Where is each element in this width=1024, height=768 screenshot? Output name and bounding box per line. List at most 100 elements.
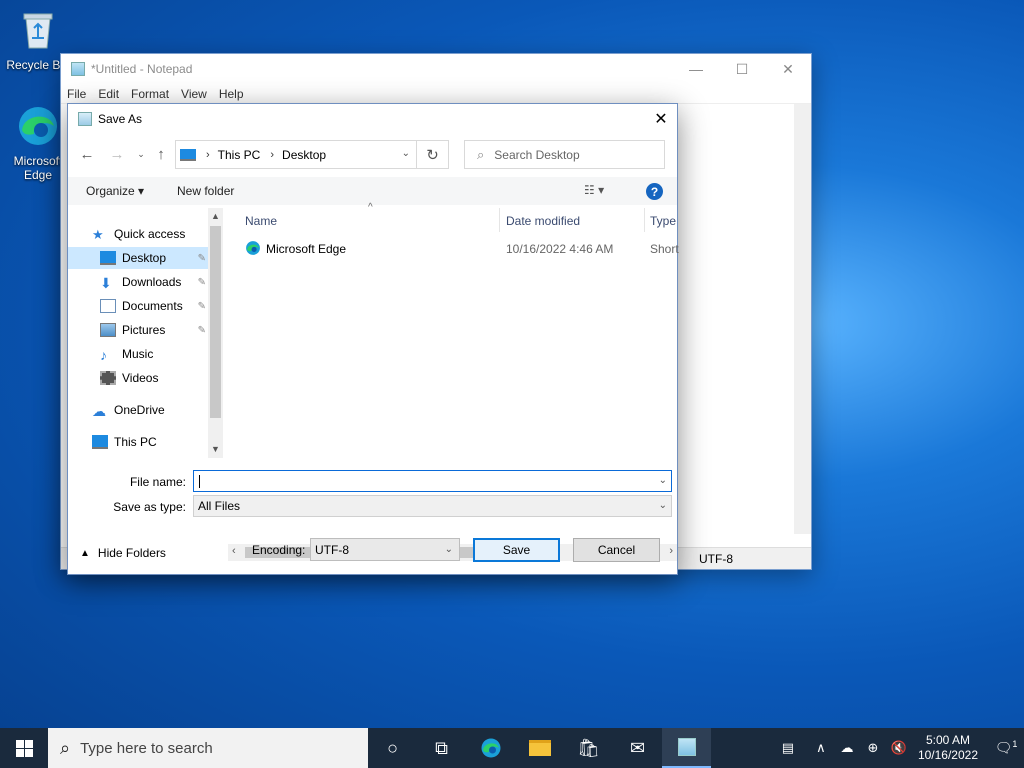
navigation-pane: ★ Quick access Desktop ✎ ⬇ Downloads ✎ D… <box>68 208 223 458</box>
nav-item-quick-access[interactable]: ★ Quick access <box>68 223 208 245</box>
save-as-type-label: Save as type: <box>113 500 186 514</box>
status-encoding: UTF-8 <box>699 552 733 566</box>
menu-edit[interactable]: Edit <box>98 87 119 101</box>
file-row[interactable]: Microsoft Edge 10/16/2022 4:46 AM Short <box>228 238 679 260</box>
forward-button[interactable]: → <box>106 142 128 166</box>
scroll-up-icon[interactable]: ▲ <box>211 211 220 221</box>
nav-item-label: Downloads <box>122 275 182 289</box>
nav-item-this-pc[interactable]: This PC <box>68 431 208 453</box>
chevron-down-icon[interactable]: ⌄ <box>402 148 410 159</box>
onedrive-icon[interactable]: ☁ <box>835 740 859 756</box>
save-button[interactable]: Save <box>473 538 560 562</box>
pictures-icon <box>100 323 116 337</box>
cortana-button[interactable]: ○ <box>368 728 417 768</box>
recent-locations-button[interactable]: ⌄ <box>130 142 152 166</box>
nav-item-label: This PC <box>114 435 157 449</box>
start-button[interactable] <box>0 728 48 768</box>
nav-item-desktop[interactable]: Desktop ✎ <box>68 247 208 269</box>
back-button[interactable]: ← <box>76 142 98 166</box>
music-icon: ♪ <box>100 347 107 363</box>
navigation-bar: ← → ⌄ ↑ › This PC › Desktop ⌄ ↻ ⌕ Search… <box>68 138 677 170</box>
menu-view[interactable]: View <box>181 87 207 101</box>
up-button[interactable]: ↑ <box>150 142 172 166</box>
edge-shortcut-icon <box>246 241 260 255</box>
new-folder-button[interactable]: New folder <box>177 184 234 198</box>
address-bar[interactable]: › This PC › Desktop ⌄ <box>175 140 417 169</box>
nav-item-documents[interactable]: Documents ✎ <box>68 295 208 317</box>
taskbar-store[interactable]: 🛍 <box>564 728 613 768</box>
help-button[interactable]: ? <box>646 183 663 200</box>
file-name-input[interactable]: ⌄ <box>193 470 672 492</box>
news-icon[interactable]: ▤ <box>776 740 800 756</box>
chevron-down-icon[interactable]: ⌄ <box>659 475 667 486</box>
breadcrumb-this-pc[interactable]: This PC <box>218 148 261 162</box>
dialog-close-button[interactable]: ✕ <box>645 104 677 134</box>
breadcrumb-separator: › <box>206 148 210 161</box>
network-icon[interactable]: ⊕ <box>861 740 885 756</box>
refresh-button[interactable]: ↻ <box>417 140 449 169</box>
column-header-date[interactable]: Date modified <box>506 214 580 228</box>
scroll-down-icon[interactable]: ▼ <box>211 444 220 454</box>
taskbar-search-box[interactable]: ⌕ Type here to search <box>48 728 368 768</box>
file-name: Microsoft Edge <box>266 242 347 256</box>
close-icon: ✕ <box>782 60 794 77</box>
file-name-label: File name: <box>129 475 186 489</box>
hide-folders-button[interactable]: ▲ Hide Folders <box>80 546 166 560</box>
scroll-left-icon[interactable]: ‹ <box>232 545 236 557</box>
clock[interactable]: 5:00 AM 10/16/2022 <box>918 733 978 763</box>
task-view-button[interactable]: ⧉ <box>417 728 466 768</box>
search-icon: ⌕ <box>60 737 71 758</box>
menu-help[interactable]: Help <box>219 87 244 101</box>
chevron-up-icon[interactable]: ∧ <box>809 740 833 756</box>
dialog-titlebar[interactable]: Save As <box>68 104 677 134</box>
notepad-vertical-scrollbar[interactable] <box>794 104 811 534</box>
this-pc-icon <box>180 148 196 161</box>
recycle-bin-icon <box>23 13 53 49</box>
desktop-folder-icon <box>100 251 116 265</box>
encoding-value: UTF-8 <box>315 542 349 557</box>
scrollbar-thumb[interactable] <box>210 226 221 418</box>
nav-item-videos[interactable]: Videos <box>68 367 208 389</box>
taskbar-mail[interactable]: ✉ <box>613 728 662 768</box>
taskbar-file-explorer[interactable] <box>515 728 564 768</box>
menu-format[interactable]: Format <box>131 87 169 101</box>
column-header-type[interactable]: Type <box>650 214 676 228</box>
command-toolbar: Organize ▾ New folder ☷ ▾ ? <box>68 177 677 205</box>
this-pc-icon <box>92 435 108 449</box>
menu-file[interactable]: File <box>67 87 86 101</box>
nav-item-label: Desktop <box>122 251 167 265</box>
help-icon: ? <box>650 184 659 199</box>
task-view-icon: ⧉ <box>435 737 448 758</box>
minimize-button[interactable]: — <box>673 54 719 84</box>
nav-item-onedrive[interactable]: ☁ OneDrive <box>68 399 208 421</box>
nav-item-label: Pictures <box>122 323 166 337</box>
taskbar-edge[interactable] <box>466 728 515 768</box>
maximize-button[interactable]: ☐ <box>719 54 765 84</box>
scroll-right-icon[interactable]: › <box>669 545 673 557</box>
encoding-select[interactable]: UTF-8 ⌄ <box>310 538 460 561</box>
taskbar: ⌕ Type here to search ○ ⧉ 🛍 ✉ ▤ ∧ ☁ ⊕ 🔇 … <box>0 728 1024 768</box>
nav-item-pictures[interactable]: Pictures ✎ <box>68 319 208 341</box>
close-button[interactable]: ✕ <box>765 54 811 84</box>
navigation-pane-scrollbar[interactable]: ▲ ▼ <box>208 208 223 458</box>
save-as-type-select[interactable]: All Files ⌄ <box>193 495 672 517</box>
view-options-button[interactable]: ☷ ▾ <box>584 183 604 197</box>
file-list: Name ^ Date modified Type Microsoft Edge… <box>228 202 679 561</box>
hide-folders-label: Hide Folders <box>97 546 166 560</box>
notification-count: 1 <box>1012 739 1018 750</box>
nav-item-music[interactable]: ♪ Music <box>68 343 208 365</box>
nav-item-label: OneDrive <box>114 403 165 417</box>
search-box[interactable]: ⌕ Search Desktop <box>464 140 665 169</box>
taskbar-notepad[interactable] <box>662 728 711 768</box>
organize-button[interactable]: Organize ▾ <box>86 184 144 198</box>
save-as-type-value: All Files <box>198 499 241 513</box>
column-header-name[interactable]: Name <box>245 214 277 228</box>
nav-item-downloads[interactable]: ⬇ Downloads ✎ <box>68 271 208 293</box>
notepad-title: *Untitled - Notepad <box>91 62 193 76</box>
arrow-left-icon: ← <box>79 145 95 163</box>
volume-muted-icon[interactable]: 🔇 <box>887 740 911 756</box>
notification-center-button[interactable]: 🗨1 <box>988 739 1024 757</box>
breadcrumb-desktop[interactable]: Desktop <box>282 148 326 162</box>
cancel-button[interactable]: Cancel <box>573 538 660 562</box>
search-placeholder: Search Desktop <box>494 147 580 162</box>
